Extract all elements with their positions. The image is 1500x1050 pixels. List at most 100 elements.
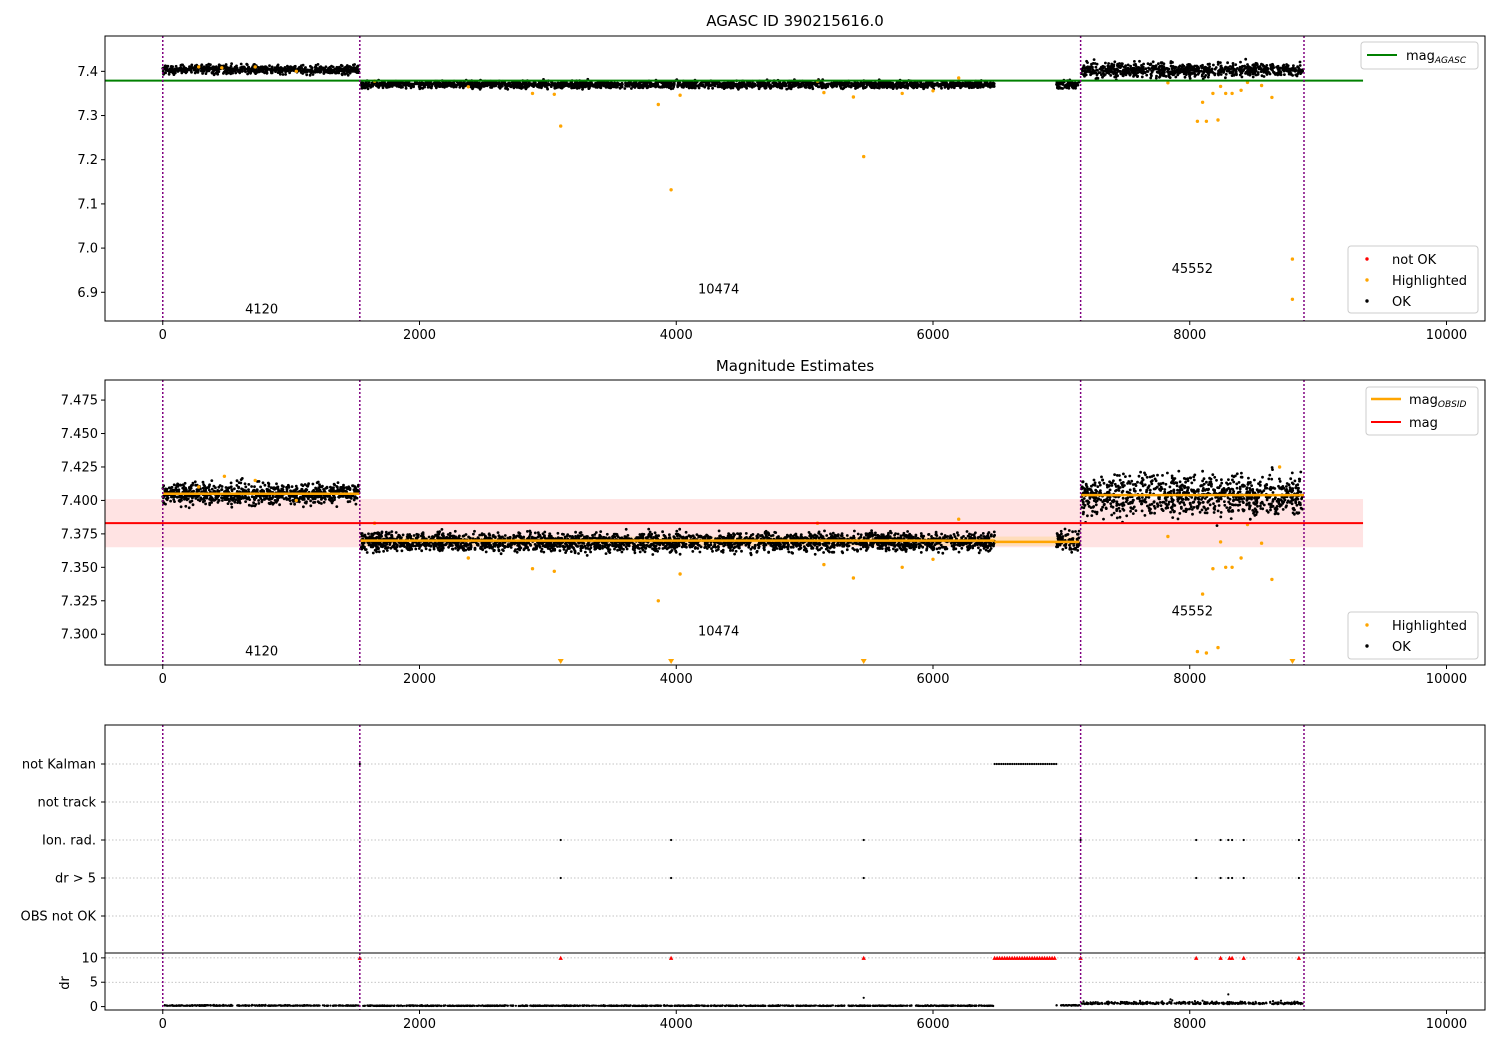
ok-point: [250, 68, 254, 71]
ok-point: [279, 67, 283, 70]
highlighted-point: [957, 76, 961, 80]
ok-point: [1293, 69, 1297, 73]
ok-point: [299, 69, 303, 72]
ok-point: [1134, 73, 1138, 77]
ok-point: [391, 83, 395, 87]
ok-point: [229, 64, 233, 68]
ok-point: [1083, 73, 1086, 76]
ok-point: [1220, 66, 1224, 70]
highlighted-point: [559, 124, 563, 128]
ok-point: [832, 84, 836, 88]
ok-point: [421, 81, 424, 85]
ok-point: [943, 86, 947, 89]
ok-point: [852, 83, 855, 86]
ok-point: [360, 86, 364, 90]
ok-point: [843, 84, 846, 87]
ok-point: [767, 81, 771, 85]
ok-point: [611, 85, 615, 89]
ok-point: [1145, 73, 1149, 77]
ok-point: [250, 504, 254, 508]
legend-highlighted-label: Highlighted: [1392, 274, 1467, 289]
ok-point: [1252, 69, 1256, 73]
ok-point: [842, 86, 846, 90]
ok-point: [693, 86, 696, 90]
ok-point: [1289, 68, 1293, 71]
ok-point: [1219, 70, 1223, 74]
ok-point: [616, 83, 620, 86]
ok-point: [812, 82, 816, 86]
ok-point: [281, 73, 285, 76]
ok-point: [859, 547, 863, 551]
ok-point: [275, 495, 278, 498]
ok-point: [180, 498, 183, 502]
ok-point: [344, 495, 348, 499]
ok-point: [1208, 65, 1211, 69]
ok-point: [1126, 63, 1130, 67]
ok-point: [695, 84, 699, 88]
ok-point: [430, 83, 434, 87]
ok-point: [547, 83, 551, 87]
highlighted-point: [1218, 84, 1223, 89]
ok-point: [882, 82, 885, 85]
highlighted-point: [253, 65, 257, 69]
ok-point: [183, 497, 186, 501]
ok-point: [230, 505, 234, 509]
magnitude-estimates-panel: Magnitude Estimates 41201047445552 0 2000…: [61, 357, 1486, 687]
ok-point: [217, 494, 220, 498]
ok-point: [477, 81, 481, 85]
ok-point: [728, 84, 732, 88]
ok-point: [1165, 66, 1169, 70]
ok-point: [531, 84, 535, 88]
ok-point: [293, 502, 296, 506]
highlighted-point: [931, 89, 935, 93]
ok-point: [1244, 66, 1248, 70]
ok-point: [1183, 75, 1187, 79]
ok-point: [563, 83, 567, 86]
ok-point: [194, 497, 198, 500]
ok-point: [314, 486, 317, 490]
figure: AGASC ID 390215616.0 41201047445552 0 200…: [21, 12, 1486, 1032]
ok-point: [1214, 66, 1218, 69]
ok-point: [257, 499, 260, 502]
ok-point: [1113, 60, 1117, 64]
ok-point: [424, 83, 427, 87]
ok-point: [776, 83, 779, 86]
ok-point: [793, 81, 797, 85]
ok-point: [1070, 83, 1073, 86]
ok-point: [1113, 71, 1117, 74]
ok-point: [264, 65, 267, 68]
ok-point: [1234, 63, 1238, 66]
ok-point: [453, 83, 456, 86]
highlighted-point: [1230, 91, 1234, 96]
ok-point: [233, 69, 237, 73]
ok-point: [743, 84, 747, 88]
ok-point: [364, 83, 368, 87]
ok-point: [182, 488, 186, 491]
ok-point: [305, 69, 309, 72]
ok-point: [289, 502, 293, 506]
ok-point: [678, 527, 682, 531]
ok-point: [385, 549, 389, 552]
highlighted-point: [1204, 119, 1209, 124]
ok-point: [533, 81, 537, 85]
ok-point: [776, 85, 779, 89]
ok-point: [1261, 63, 1265, 67]
ok-point: [1174, 75, 1178, 79]
ok-point: [308, 68, 312, 72]
ok-point: [257, 480, 261, 483]
ok-point: [264, 70, 267, 74]
ok-point: [210, 479, 214, 482]
ok-point: [298, 500, 301, 504]
ok-point: [388, 84, 391, 88]
ok-point: [424, 547, 428, 551]
ok-point: [1060, 81, 1064, 85]
ok-point: [342, 487, 345, 490]
ok-point: [1090, 62, 1093, 66]
ok-point: [1240, 75, 1244, 79]
ok-point: [335, 505, 339, 508]
highlighted-point: [1211, 91, 1215, 96]
ok-point: [1177, 66, 1180, 70]
ok-point: [201, 500, 205, 504]
ok-point: [308, 73, 312, 77]
ok-point: [486, 83, 490, 86]
